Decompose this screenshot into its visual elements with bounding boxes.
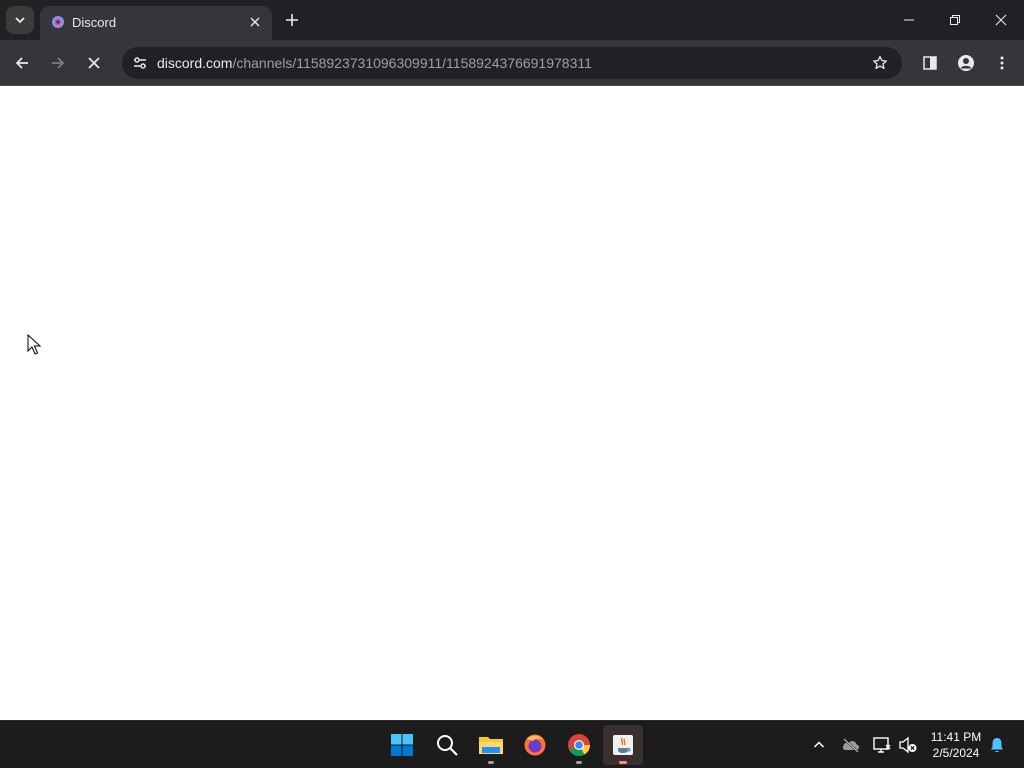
java-icon — [613, 735, 633, 755]
close-window-button[interactable] — [978, 0, 1024, 40]
close-icon — [250, 17, 260, 27]
tab-discord[interactable]: Discord — [40, 6, 272, 40]
tab-strip: Discord — [0, 0, 1024, 40]
stop-icon — [88, 57, 100, 69]
notification-center-button[interactable] — [986, 734, 1008, 756]
close-icon — [995, 14, 1007, 26]
browser-toolbar: discord.com/channels/1158923731096309911… — [0, 40, 1024, 86]
running-indicator — [488, 761, 494, 764]
firefox-icon — [524, 734, 546, 756]
clock-time: 11:41 PM — [930, 730, 982, 744]
network-icon — [873, 737, 891, 753]
restore-button[interactable] — [932, 0, 978, 40]
clock-date: 2/5/2024 — [932, 746, 980, 760]
cloud-offline-icon — [842, 738, 860, 753]
mouse-cursor-icon — [27, 334, 41, 355]
tab-close-button[interactable] — [246, 13, 264, 31]
side-panel-button[interactable] — [916, 49, 944, 77]
taskbar: 11:41 PM 2/5/2024 — [0, 720, 1024, 768]
address-bar[interactable]: discord.com/channels/1158923731096309911… — [122, 47, 902, 79]
browser-window: Discord discord.com/channels/11589237310… — [0, 0, 1024, 720]
running-indicator — [619, 761, 627, 764]
arrow-right-icon — [52, 57, 65, 69]
side-panel-icon — [923, 56, 937, 70]
site-info-button[interactable] — [128, 51, 152, 75]
back-button[interactable] — [8, 49, 36, 77]
file-explorer-icon — [479, 737, 503, 754]
chevron-down-icon — [15, 17, 25, 24]
forward-button[interactable] — [44, 49, 72, 77]
new-tab-button[interactable] — [280, 8, 304, 32]
search-icon — [437, 735, 458, 756]
page-content — [0, 87, 1024, 720]
discord-favicon-icon — [52, 16, 64, 28]
minimize-icon — [904, 19, 914, 21]
tab-search-button[interactable] — [6, 6, 34, 34]
url-host: discord.com — [157, 55, 233, 71]
system-clock[interactable]: 11:41 PM 2/5/2024 — [926, 729, 986, 761]
chevron-up-icon — [813, 741, 825, 748]
taskbar-chrome[interactable] — [559, 725, 599, 765]
bell-icon — [991, 738, 1003, 753]
tab-title: Discord — [72, 15, 117, 30]
tray-onedrive[interactable] — [840, 734, 862, 756]
windows-start-icon — [391, 734, 413, 756]
taskbar-file-explorer[interactable] — [471, 725, 511, 765]
tune-icon — [134, 57, 146, 69]
tray-volume[interactable] — [897, 734, 919, 756]
taskbar-firefox[interactable] — [515, 725, 555, 765]
plus-icon — [286, 14, 298, 26]
profile-button[interactable] — [952, 49, 980, 77]
more-vert-icon — [1000, 56, 1004, 70]
tray-overflow-button[interactable] — [808, 734, 830, 756]
tray-network[interactable] — [871, 734, 893, 756]
restore-icon — [950, 15, 960, 25]
stop-loading-button[interactable] — [80, 49, 108, 77]
url-text[interactable]: discord.com/channels/1158923731096309911… — [157, 54, 592, 72]
taskbar-search-button[interactable] — [427, 725, 467, 765]
minimize-button[interactable] — [886, 0, 932, 40]
running-indicator — [576, 761, 582, 764]
arrow-left-icon — [15, 57, 28, 69]
chrome-icon — [568, 734, 590, 756]
url-path: /channels/1158923731096309911/1158924376… — [232, 55, 592, 71]
browser-menu-button[interactable] — [988, 49, 1016, 77]
profile-icon — [958, 55, 974, 71]
volume-muted-icon — [899, 736, 917, 754]
start-button[interactable] — [382, 725, 422, 765]
bookmark-button[interactable] — [868, 51, 892, 75]
star-icon — [873, 55, 887, 70]
taskbar-java[interactable] — [603, 725, 643, 765]
